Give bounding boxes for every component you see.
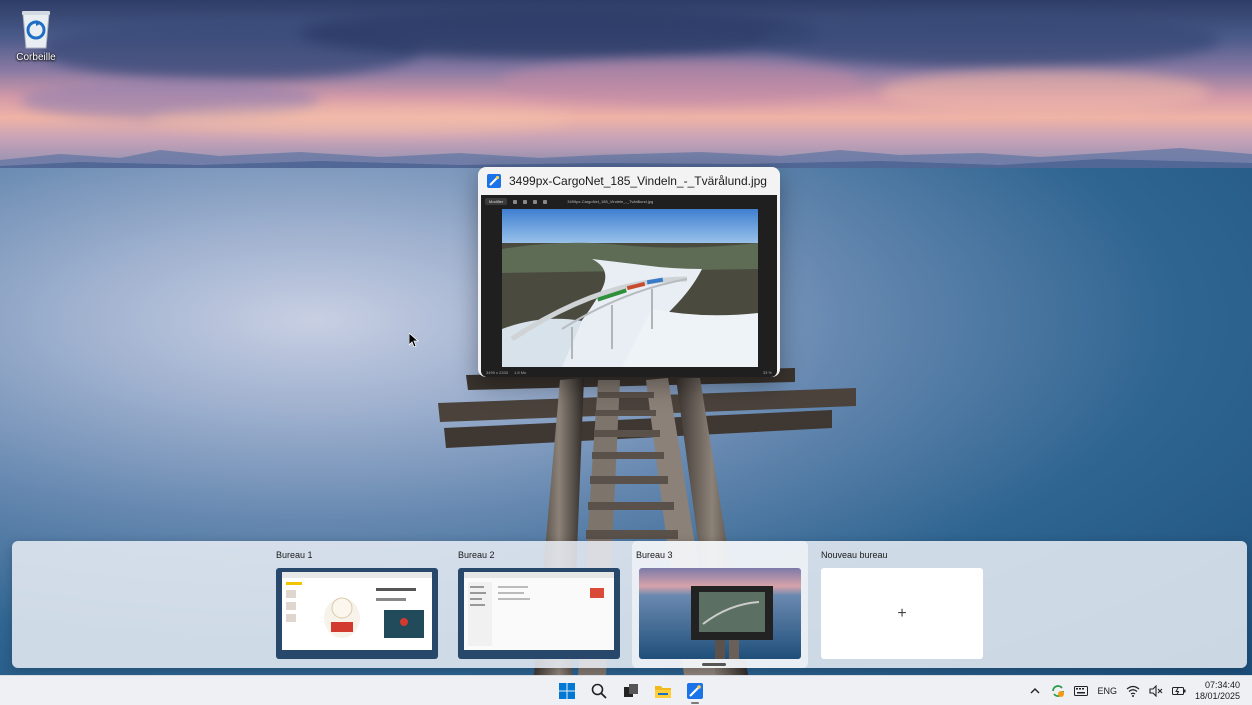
system-tray: ENG 07:34:40 18/01/2025 bbox=[1028, 676, 1240, 705]
clock-date: 18/01/2025 bbox=[1194, 691, 1240, 701]
plus-icon: + bbox=[897, 604, 907, 622]
search-icon bbox=[591, 683, 607, 699]
network-button[interactable] bbox=[1126, 684, 1140, 698]
volume-button[interactable] bbox=[1149, 684, 1163, 698]
sync-tray-button[interactable] bbox=[1051, 684, 1065, 698]
desktop-name: Bureau 3 bbox=[636, 550, 673, 560]
photos-app-icon bbox=[687, 683, 703, 699]
battery-charging-icon bbox=[1171, 687, 1186, 695]
desktop-card-3[interactable]: Bureau 3 bbox=[632, 541, 808, 668]
desktop-name: Bureau 2 bbox=[458, 550, 495, 560]
wifi-icon bbox=[1126, 685, 1140, 697]
keyboard-icon bbox=[1074, 686, 1089, 696]
task-view-window-preview[interactable]: 3499px-CargoNet_185_Vindeln_-_Tvärålund.… bbox=[478, 167, 780, 377]
desktop-name: Bureau 1 bbox=[276, 550, 313, 560]
window-preview-titlebar: 3499px-CargoNet_185_Vindeln_-_Tvärålund.… bbox=[478, 167, 780, 195]
desktop-thumbnail bbox=[639, 568, 801, 659]
new-desktop-button[interactable]: Nouveau bureau + bbox=[817, 541, 987, 668]
desktop-card-1[interactable]: Bureau 1 bbox=[272, 541, 442, 668]
new-desktop-tile: + bbox=[821, 568, 983, 659]
file-explorer-icon bbox=[655, 686, 671, 698]
task-view-icon bbox=[624, 684, 638, 697]
photos-file-name: 3499px-CargoNet_185_Vindeln_-_Tvärålund.… bbox=[567, 199, 654, 204]
file-explorer-button[interactable] bbox=[650, 678, 676, 704]
window-preview-title: 3499px-CargoNet_185_Vindeln_-_Tvärålund.… bbox=[509, 174, 767, 188]
window-preview-thumbnail: Modifier 3499px-CargoNet_185_Vindeln_-_T… bbox=[481, 195, 777, 377]
touch-keyboard-button[interactable] bbox=[1074, 684, 1089, 698]
desktop-card-2[interactable]: Bureau 2 bbox=[454, 541, 624, 668]
volume-muted-icon bbox=[1149, 685, 1163, 697]
mouse-pointer-icon bbox=[409, 333, 419, 347]
windows-start-icon bbox=[559, 683, 575, 699]
search-button[interactable] bbox=[586, 678, 612, 704]
edit-button: Modifier bbox=[485, 198, 508, 205]
desktop-thumbnail bbox=[458, 568, 620, 659]
chevron-up-icon bbox=[1030, 688, 1040, 694]
photos-app-icon bbox=[487, 174, 501, 188]
photo-bridge-image bbox=[502, 209, 758, 367]
status-dimensions: 3499 x 2333 bbox=[486, 369, 509, 375]
recycle-bin-label: Corbeille bbox=[16, 52, 56, 63]
task-view-button[interactable] bbox=[618, 678, 644, 704]
status-file-size: 1.8 Mo bbox=[514, 369, 527, 375]
taskbar-apps bbox=[554, 676, 708, 705]
status-zoom: 33 % bbox=[762, 369, 772, 375]
virtual-desktops-strip: Bureau 1 Bureau 2 Bureau 3 Nouveau burea… bbox=[12, 541, 1247, 668]
battery-button[interactable] bbox=[1171, 684, 1186, 698]
clock[interactable]: 07:34:40 18/01/2025 bbox=[1195, 680, 1240, 702]
input-language[interactable]: ENG bbox=[1097, 686, 1117, 696]
taskbar: ENG 07:34:40 18/01/2025 bbox=[0, 675, 1252, 705]
desktop-thumbnail bbox=[276, 568, 438, 659]
photos-taskbar-button[interactable] bbox=[682, 678, 708, 704]
desktop-name: Nouveau bureau bbox=[821, 550, 888, 560]
photos-toolbar: Modifier 3499px-CargoNet_185_Vindeln_-_T… bbox=[481, 195, 777, 208]
sync-icon bbox=[1052, 685, 1065, 697]
clock-time: 07:34:40 bbox=[1204, 680, 1240, 690]
active-desktop-indicator bbox=[702, 663, 726, 666]
show-hidden-icons-button[interactable] bbox=[1028, 684, 1042, 698]
recycle-bin-icon bbox=[22, 11, 50, 49]
start-button[interactable] bbox=[554, 678, 580, 704]
recycle-bin-desktop-icon[interactable]: Corbeille bbox=[10, 8, 62, 74]
photos-statusbar: 3499 x 2333 1.8 Mo 33 % bbox=[481, 367, 777, 377]
